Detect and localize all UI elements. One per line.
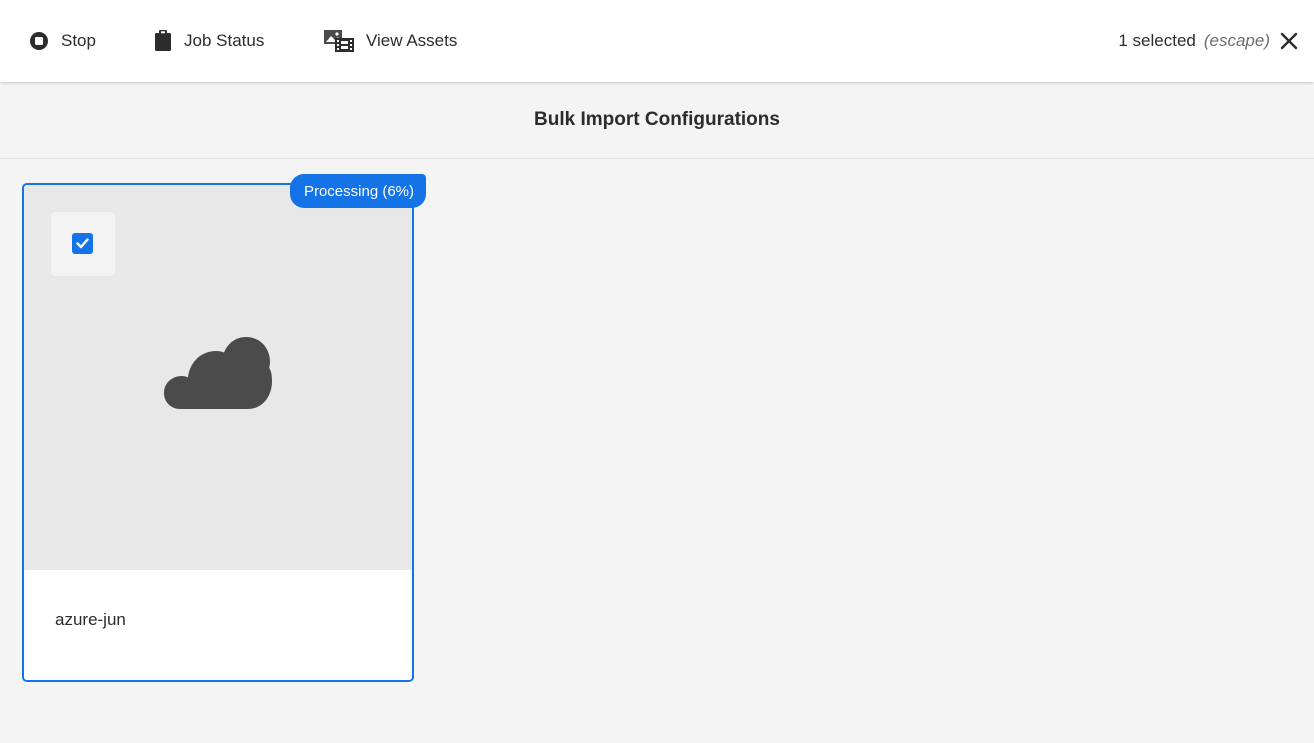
card-footer: azure-jun bbox=[24, 570, 412, 680]
stop-button[interactable]: Stop bbox=[29, 0, 96, 82]
selection-status: 1 selected (escape) bbox=[1118, 0, 1298, 82]
view-assets-button[interactable]: View Assets bbox=[324, 0, 457, 82]
escape-hint: (escape) bbox=[1203, 31, 1270, 50]
view-assets-icon bbox=[324, 30, 354, 52]
stop-icon bbox=[29, 31, 49, 51]
card-title: azure-jun bbox=[55, 610, 126, 629]
stop-label: Stop bbox=[61, 31, 96, 50]
selection-count: 1 selected bbox=[1118, 31, 1196, 50]
card-thumbnail bbox=[24, 185, 412, 570]
card-checkbox[interactable] bbox=[72, 233, 93, 254]
card-checkbox-area[interactable] bbox=[51, 212, 115, 276]
page-title-text: Bulk Import Configurations bbox=[534, 109, 780, 130]
checkmark-icon bbox=[76, 238, 89, 249]
clipboard-icon bbox=[154, 30, 172, 52]
close-icon[interactable] bbox=[1280, 32, 1298, 50]
job-status-button[interactable]: Job Status bbox=[154, 0, 264, 82]
cloud-icon bbox=[164, 337, 272, 414]
action-bar: Stop Job Status View Assets 1 selected (… bbox=[0, 0, 1314, 82]
config-card[interactable]: azure-jun Processing (6%) bbox=[22, 174, 426, 682]
page-title: Bulk Import Configurations bbox=[0, 82, 1314, 159]
job-status-label: Job Status bbox=[184, 31, 265, 50]
status-badge: Processing (6%) bbox=[289, 174, 426, 208]
view-assets-label: View Assets bbox=[366, 31, 458, 50]
